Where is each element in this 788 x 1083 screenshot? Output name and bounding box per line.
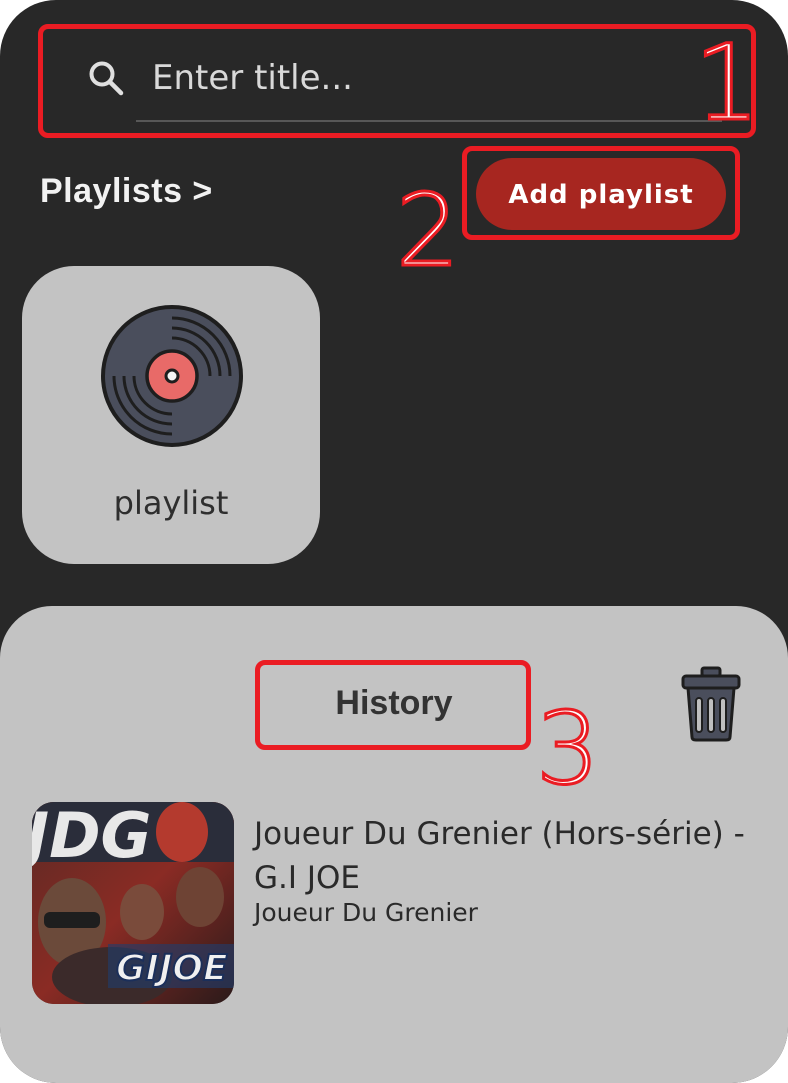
playlist-card-label: playlist xyxy=(113,484,229,522)
vinyl-record-icon xyxy=(101,305,243,447)
track-thumbnail: JDG GIJOE xyxy=(32,802,234,1004)
svg-text:JDG: JDG xyxy=(32,802,151,872)
annotation-box-3 xyxy=(255,660,531,750)
track-artist: Joueur Du Grenier xyxy=(254,898,478,927)
annotation-number-3: 3 xyxy=(535,689,602,809)
annotation-number-2: 2 xyxy=(395,171,462,291)
thumbnail-text: GIJOE xyxy=(116,948,228,989)
playlist-card[interactable]: playlist xyxy=(22,266,320,564)
annotation-box-1 xyxy=(38,24,756,138)
history-item[interactable]: JDG GIJOE Joueur Du Grenier (Hors-série)… xyxy=(32,802,762,1004)
annotation-box-2 xyxy=(462,146,740,240)
app-screen: Playlists > Add playlist playlist Histor… xyxy=(0,0,788,1083)
annotation-number-1: 1 xyxy=(692,21,761,146)
track-title: Joueur Du Grenier (Hors-série) - G.I JOE xyxy=(254,816,745,896)
thumbnail-artwork: JDG GIJOE xyxy=(32,802,234,1004)
trash-icon[interactable] xyxy=(680,666,742,742)
playlists-heading[interactable]: Playlists > xyxy=(40,172,213,211)
